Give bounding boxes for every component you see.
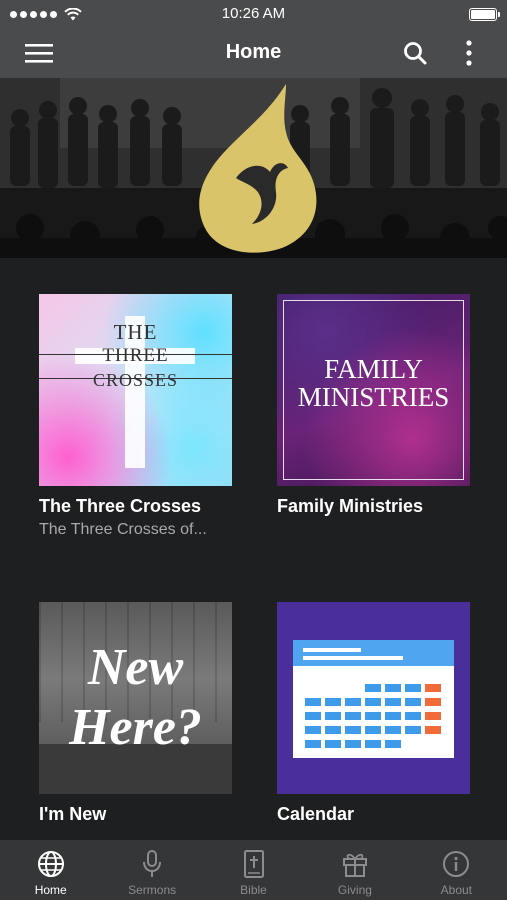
new-here-art-line-2: Here? — [69, 699, 202, 756]
hero-banner[interactable] — [0, 78, 507, 258]
tile-title: Calendar — [277, 804, 355, 824]
tile-im-new[interactable]: New Here? I'm New — [39, 602, 232, 825]
more-options-button[interactable] — [444, 28, 494, 78]
three-crosses-artwork: THE THREE CROSSES — [39, 294, 232, 486]
tab-home[interactable]: Home — [0, 840, 101, 900]
tab-label: About — [440, 883, 472, 897]
status-bar: 10:26 AM — [0, 0, 507, 28]
battery-icon — [469, 7, 500, 21]
tab-bible[interactable]: Bible — [203, 840, 304, 900]
calendar-artwork — [277, 602, 470, 794]
search-icon — [404, 42, 427, 65]
three-crosses-art-line-2: THREE — [102, 345, 169, 366]
new-here-art-line-1: New — [87, 639, 184, 696]
tile-three-crosses[interactable]: THE THREE CROSSES The Three Crosses The … — [39, 294, 232, 539]
family-ministries-art-line-2: MINISTRIES — [297, 382, 450, 412]
tile-family-ministries[interactable]: FAMILY MINISTRIES Family Ministries — [277, 294, 470, 521]
tile-title: I'm New — [39, 804, 107, 824]
tab-sermons[interactable]: Sermons — [101, 840, 202, 900]
tile-calendar[interactable]: Calendar — [277, 602, 470, 825]
globe-icon — [37, 851, 64, 877]
new-here-artwork: New Here? — [39, 602, 232, 794]
tile-title: The Three Crosses — [39, 496, 202, 516]
search-button[interactable] — [390, 28, 440, 78]
family-ministries-art-line-1: FAMILY — [324, 354, 423, 384]
tab-bar: Home Sermons Bible Giving About — [0, 840, 507, 900]
content-grid: THE THREE CROSSES The Three Crosses The … — [0, 258, 507, 840]
bible-icon — [243, 850, 264, 878]
tab-giving[interactable]: Giving — [304, 840, 405, 900]
tile-subtitle: The Three Crosses of... — [39, 521, 207, 538]
info-icon — [443, 851, 470, 877]
three-crosses-art-line-3: CROSSES — [92, 370, 179, 390]
more-vertical-icon — [466, 40, 472, 66]
tab-label: Home — [34, 883, 67, 897]
calendar-icon — [293, 640, 454, 758]
three-crosses-art-line-1: THE — [113, 320, 158, 344]
family-ministries-artwork: FAMILY MINISTRIES — [277, 294, 470, 486]
tab-about[interactable]: About — [406, 840, 507, 900]
microphone-icon — [143, 850, 162, 877]
nav-bar: Home — [0, 28, 507, 78]
tab-label: Giving — [337, 883, 372, 897]
tile-title: Family Ministries — [277, 496, 424, 516]
gift-icon — [342, 853, 367, 877]
status-time: 10:26 AM — [221, 5, 286, 22]
tab-label: Bible — [240, 883, 267, 897]
flame-dove-logo-icon — [199, 84, 317, 253]
tab-label: Sermons — [128, 883, 177, 897]
